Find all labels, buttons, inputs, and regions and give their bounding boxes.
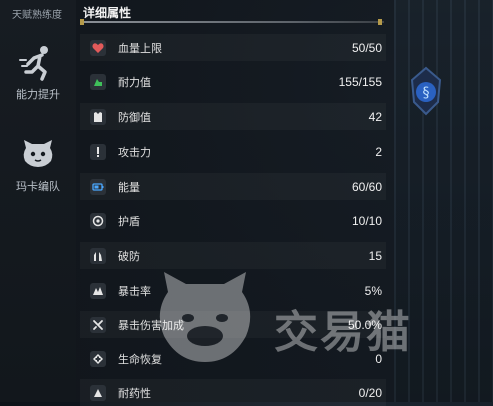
sidebar-item-maka-team[interactable]: 玛卡编队 [0, 134, 76, 194]
attribute-row: 防御值 42 [80, 103, 386, 130]
attribute-name: 能量 [118, 181, 140, 194]
attribute-value: 50/50 [351, 40, 382, 55]
break-icon [90, 247, 106, 264]
attribute-name: 攻击力 [118, 146, 151, 159]
attribute-name: 耐药性 [118, 387, 151, 400]
creature-face-icon [18, 134, 58, 174]
glowing-crystal-icon: § [410, 66, 442, 116]
attribute-row: 血量上限 50/50 [80, 34, 386, 61]
attribute-name: 护盾 [118, 215, 140, 228]
attribute-name: 血量上限 [118, 42, 162, 55]
crit-damage-icon [90, 316, 106, 333]
sidebar-item-ability-upgrade[interactable]: 能力提升 [0, 42, 76, 102]
attribute-name: 防御值 [118, 111, 151, 124]
attribute-row: 破防 15 [80, 242, 386, 269]
attribute-value: 60/60 [351, 179, 382, 194]
attribute-value: 155/155 [338, 74, 382, 89]
attribute-row: 攻击力 2 [80, 138, 386, 165]
attribute-value: 42 [368, 109, 382, 124]
talent-proficiency-label[interactable]: 天赋熟练度 [12, 6, 62, 21]
heart-icon [90, 39, 106, 56]
attribute-value: 2 [375, 144, 382, 159]
attribute-row: 耐力值 155/155 [80, 68, 386, 95]
battery-icon [90, 178, 106, 195]
running-figure-icon [18, 42, 58, 82]
attribute-name: 暴击率 [118, 285, 151, 298]
attribute-row: 护盾 10/10 [80, 207, 386, 234]
exclamation-icon [90, 143, 106, 160]
stamina-icon [90, 73, 106, 90]
sidebar-item-label: 能力提升 [16, 89, 60, 101]
attribute-value: 10/10 [351, 213, 382, 228]
attribute-name: 破防 [118, 250, 140, 263]
resistance-icon [90, 384, 106, 401]
panel-title: 详细属性 [83, 6, 132, 20]
attribute-value: 0/20 [358, 385, 382, 400]
watermark-cat-logo-icon [159, 272, 251, 362]
attribute-name: 耐力值 [118, 76, 151, 89]
regen-icon [90, 350, 106, 367]
sidebar-item-label: 玛卡编队 [16, 181, 60, 193]
sidebar: 天赋熟练度 能力提升 玛卡编队 [0, 0, 76, 402]
attribute-value: 15 [368, 248, 382, 263]
armor-icon [90, 108, 106, 125]
svg-text:§: § [423, 85, 430, 101]
watermark-text: 交易猫 [274, 308, 412, 357]
shield-ring-icon [90, 212, 106, 229]
crit-rate-icon [90, 282, 106, 299]
attribute-row: 能量 60/60 [80, 173, 386, 200]
title-divider [80, 19, 384, 25]
